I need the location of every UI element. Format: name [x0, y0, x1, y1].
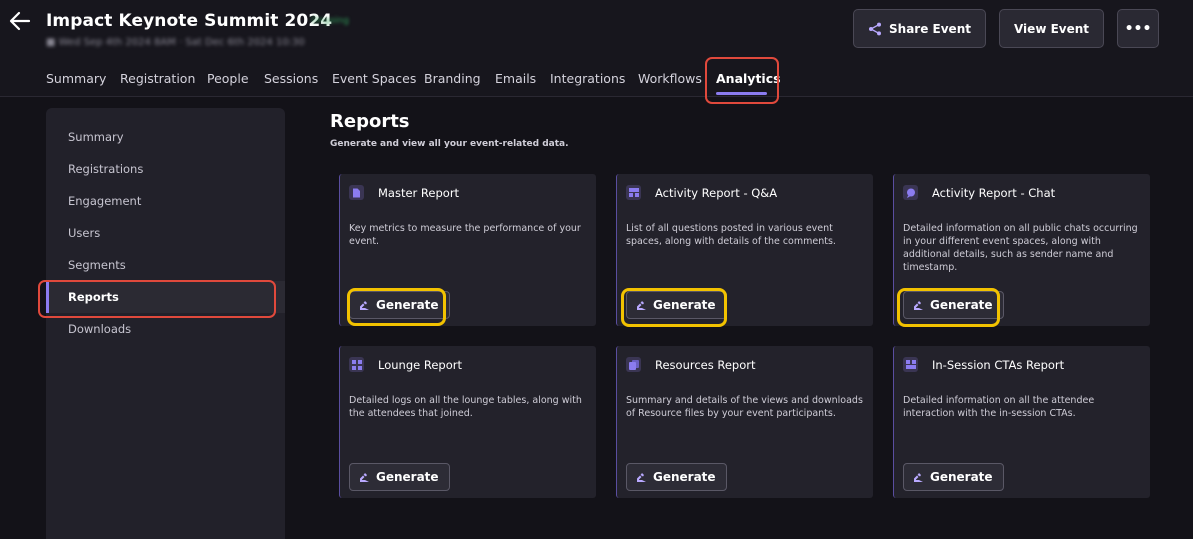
view-event-label: View Event [1013, 21, 1090, 36]
generate-icon [360, 300, 369, 310]
tab-registration[interactable]: Registration [120, 71, 195, 86]
event-dates: ■ Wed Sep 4th 2024 8AM · Sat Dec 6th 202… [46, 37, 305, 48]
report-card-activity-chat: Activity Report - Chat Detailed informat… [893, 174, 1150, 326]
tab-event-spaces[interactable]: Event Spaces [332, 71, 416, 86]
card-description: Detailed information on all public chats… [903, 223, 1138, 273]
sidebar-item-segments[interactable]: Segments [68, 258, 126, 272]
tab-emails[interactable]: Emails [495, 71, 536, 86]
back-arrow-icon [9, 11, 31, 31]
sidebar-item-registrations[interactable]: Registrations [68, 162, 143, 176]
qa-grid-icon [626, 185, 641, 200]
generate-icon [637, 472, 646, 482]
event-title: Impact Keynote Summit 2024 [46, 11, 333, 31]
report-card-lounge: Lounge Report Detailed logs on all the l… [339, 346, 596, 498]
generate-button[interactable]: Generate [903, 291, 1004, 319]
generate-button[interactable]: Generate [349, 463, 450, 491]
cta-grid-icon [903, 357, 918, 372]
generate-label: Generate [653, 298, 716, 312]
generate-label: Generate [930, 298, 993, 312]
tab-people[interactable]: People [207, 71, 249, 86]
generate-label: Generate [376, 470, 439, 484]
sidebar-item-users[interactable]: Users [68, 226, 100, 240]
card-description: Key metrics to measure the performance o… [349, 223, 581, 247]
generate-label: Generate [376, 298, 439, 312]
active-tab-indicator [716, 92, 767, 95]
document-icon [349, 185, 364, 200]
lounge-grid-icon [349, 357, 364, 372]
share-icon [869, 22, 882, 35]
report-card-master: Master Report Key metrics to measure the… [339, 174, 596, 326]
more-dots-icon: ••• [1124, 20, 1152, 37]
sidebar-item-engagement[interactable]: Engagement [68, 194, 141, 208]
card-description: Detailed information on all the attendee… [903, 395, 1095, 419]
card-description: Detailed logs on all the lounge tables, … [349, 395, 582, 419]
generate-icon [360, 472, 369, 482]
card-description: Summary and details of the views and dow… [626, 395, 863, 419]
analytics-sidebar: Summary Registrations Engagement Users S… [46, 108, 285, 539]
generate-button[interactable]: Generate [903, 463, 1004, 491]
sidebar-item-downloads[interactable]: Downloads [68, 322, 131, 336]
card-title: Activity Report - Q&A [655, 186, 778, 200]
event-header: Impact Keynote Summit 2024 Ongoing ■ Wed… [0, 0, 1193, 97]
view-event-button[interactable]: View Event [999, 9, 1104, 48]
generate-button[interactable]: Generate [626, 291, 727, 319]
generate-icon [914, 472, 923, 482]
generate-label: Generate [930, 470, 993, 484]
generate-button[interactable]: Generate [626, 463, 727, 491]
tab-summary[interactable]: Summary [46, 71, 106, 86]
page-subtitle: Generate and view all your event-related… [330, 139, 569, 149]
sidebar-item-summary[interactable]: Summary [68, 130, 124, 144]
report-card-activity-qa: Activity Report - Q&A List of all questi… [616, 174, 873, 326]
chat-bubble-icon [903, 185, 918, 200]
tab-sessions[interactable]: Sessions [264, 71, 318, 86]
generate-icon [914, 300, 923, 310]
report-card-resources: Resources Report Summary and details of … [616, 346, 873, 498]
card-title: Resources Report [655, 358, 756, 372]
card-description: List of all questions posted in various … [626, 223, 836, 247]
generate-button[interactable]: Generate [349, 291, 450, 319]
report-card-in-session-ctas: In-Session CTAs Report Detailed informat… [893, 346, 1150, 498]
tab-analytics[interactable]: Analytics [716, 71, 781, 86]
more-options-button[interactable]: ••• [1117, 9, 1159, 48]
page-title: Reports [330, 111, 410, 132]
sidebar-item-reports[interactable]: Reports [68, 290, 119, 304]
generate-icon [637, 300, 646, 310]
card-title: Master Report [378, 186, 460, 200]
sidebar-active-indicator [46, 281, 49, 313]
card-title: Activity Report - Chat [932, 186, 1056, 200]
generate-label: Generate [653, 470, 716, 484]
status-badge: Ongoing [311, 16, 349, 26]
card-title: In-Session CTAs Report [932, 358, 1065, 372]
card-title: Lounge Report [378, 358, 462, 372]
back-button[interactable] [9, 11, 31, 31]
tab-branding[interactable]: Branding [424, 71, 481, 86]
tab-integrations[interactable]: Integrations [550, 71, 625, 86]
tab-workflows[interactable]: Workflows [638, 71, 702, 86]
share-event-button[interactable]: Share Event [853, 9, 986, 48]
share-event-label: Share Event [889, 21, 971, 36]
files-icon [626, 357, 641, 372]
